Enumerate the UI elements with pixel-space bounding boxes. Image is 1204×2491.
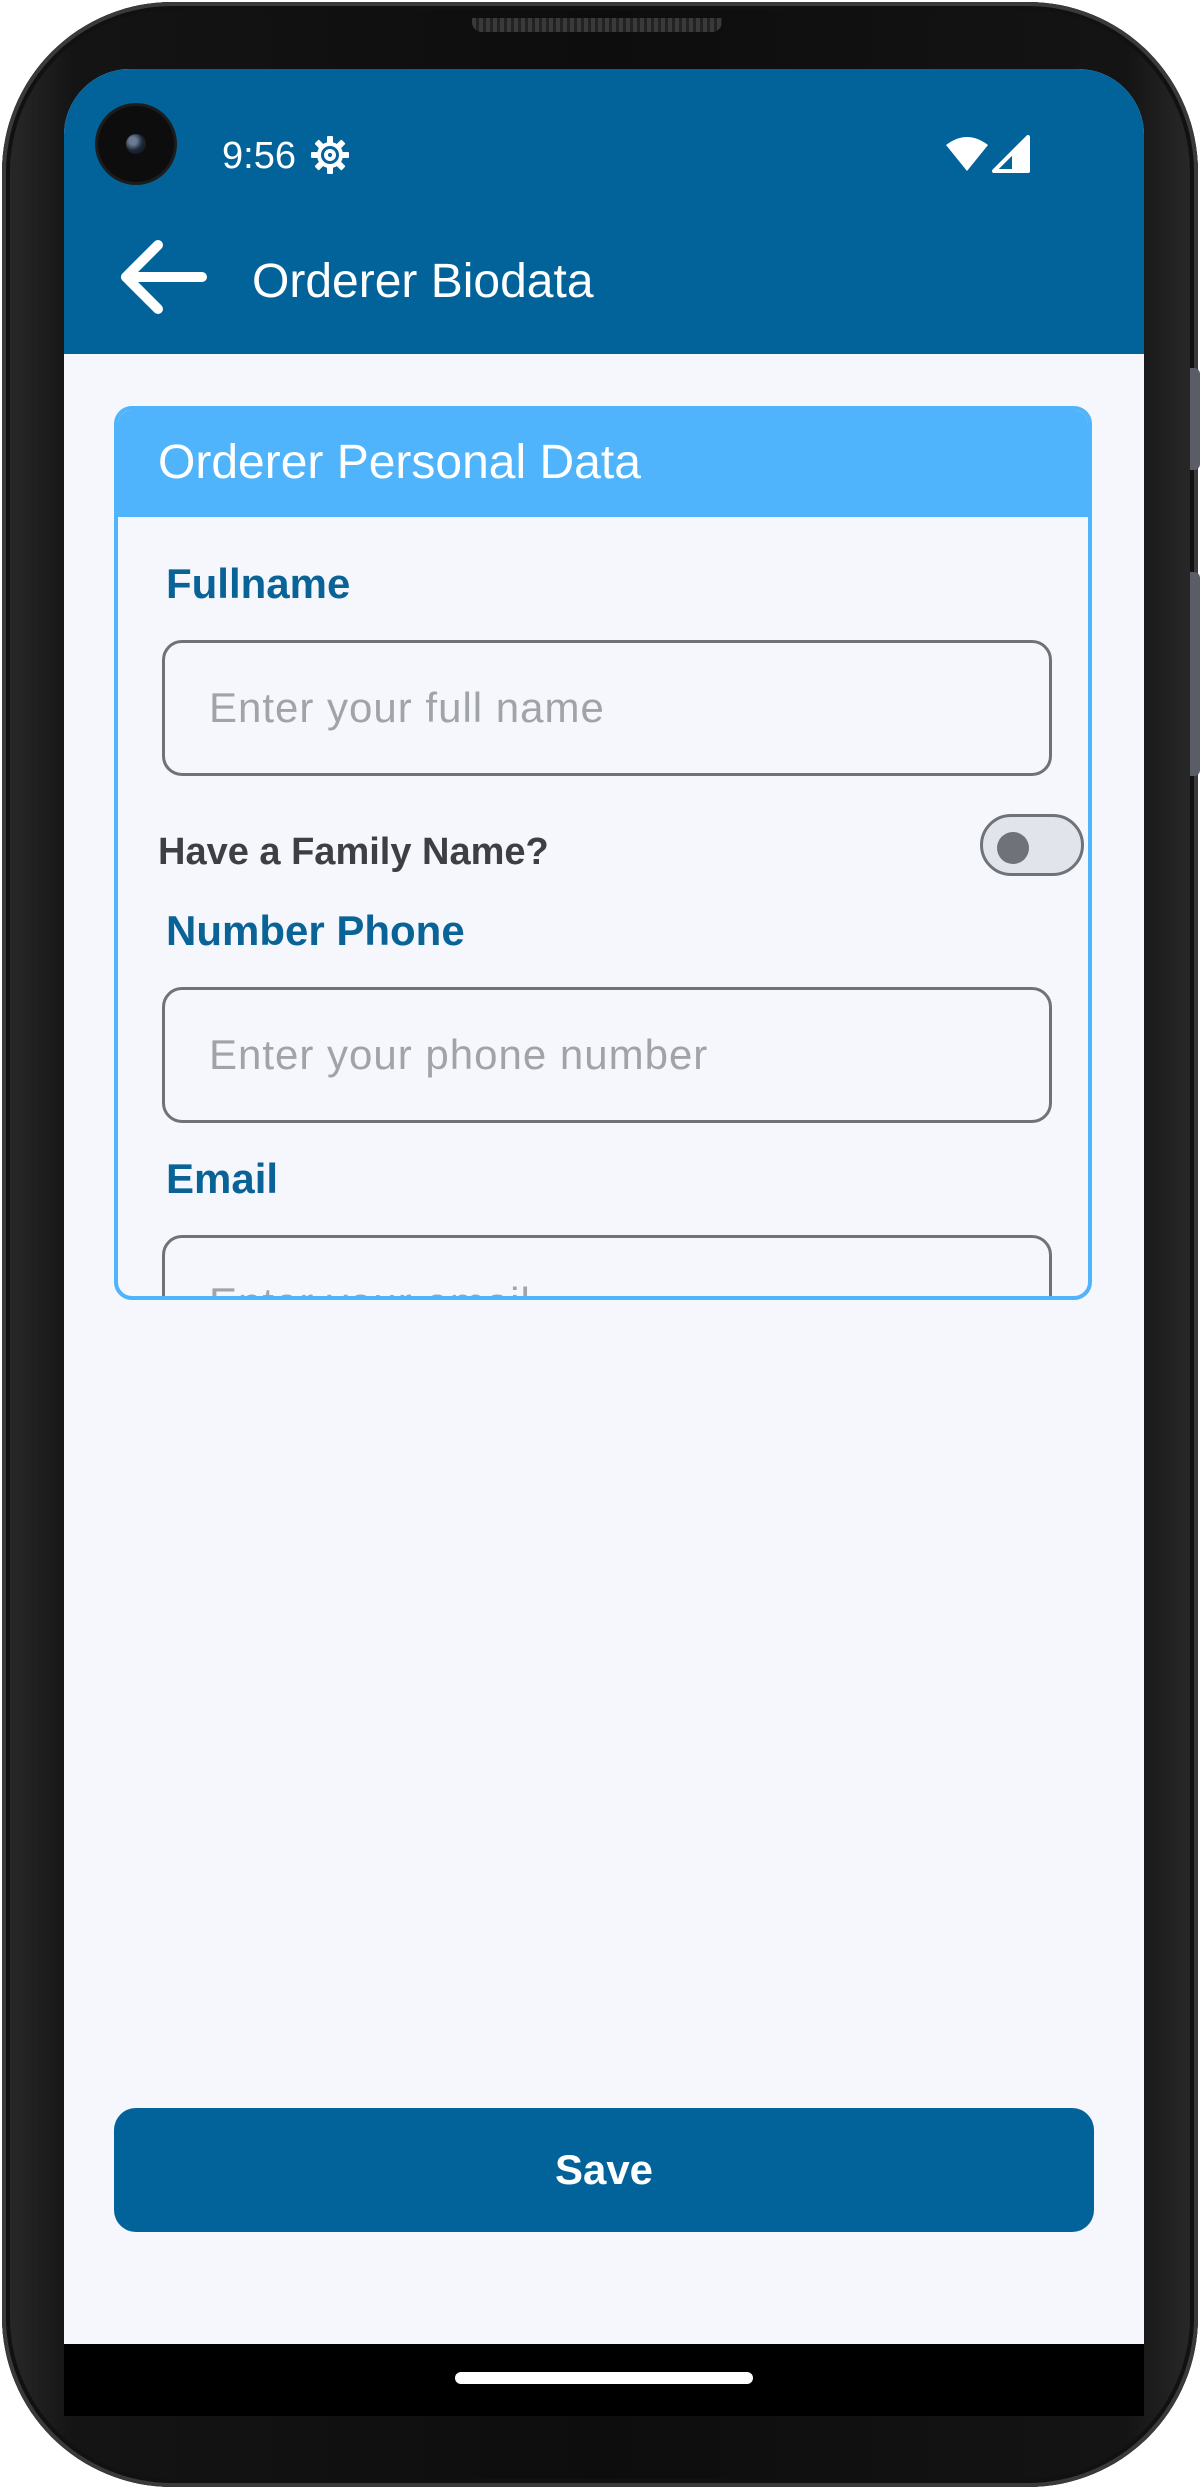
personal-data-card: Orderer Personal Data Fullname Have a Fa… <box>114 406 1092 1300</box>
screen: 9:56 Orderer Biodata Orderer Personal Da… <box>64 69 1144 2344</box>
save-button[interactable]: Save <box>114 2108 1094 2232</box>
status-time: 9:56 <box>222 135 296 177</box>
phone-number-label: Number Phone <box>166 907 465 954</box>
email-input[interactable] <box>162 1235 1052 1296</box>
wifi-icon <box>946 137 988 171</box>
front-camera <box>98 106 174 182</box>
home-gesture-handle[interactable] <box>455 2372 753 2384</box>
switch-knob <box>997 832 1029 864</box>
earpiece-speaker <box>472 18 722 32</box>
phone-frame: 9:56 Orderer Biodata Orderer Personal Da… <box>2 2 1200 2487</box>
arrow-left-icon[interactable] <box>116 239 208 315</box>
app-bar: 9:56 Orderer Biodata <box>64 69 1144 354</box>
card-header: Orderer Personal Data <box>118 410 1088 517</box>
fullname-input[interactable] <box>162 640 1052 776</box>
family-name-switch[interactable] <box>980 814 1084 876</box>
power-button <box>1190 572 1200 776</box>
page-title: Orderer Biodata <box>252 255 594 308</box>
family-name-toggle-label: Have a Family Name? <box>158 831 549 873</box>
phone-number-input[interactable] <box>162 987 1052 1123</box>
gear-icon <box>311 136 349 174</box>
email-label: Email <box>166 1155 279 1202</box>
cellular-signal-icon <box>992 135 1030 173</box>
volume-button <box>1190 368 1200 470</box>
card-title: Orderer Personal Data <box>158 436 641 489</box>
fullname-label: Fullname <box>166 560 351 607</box>
